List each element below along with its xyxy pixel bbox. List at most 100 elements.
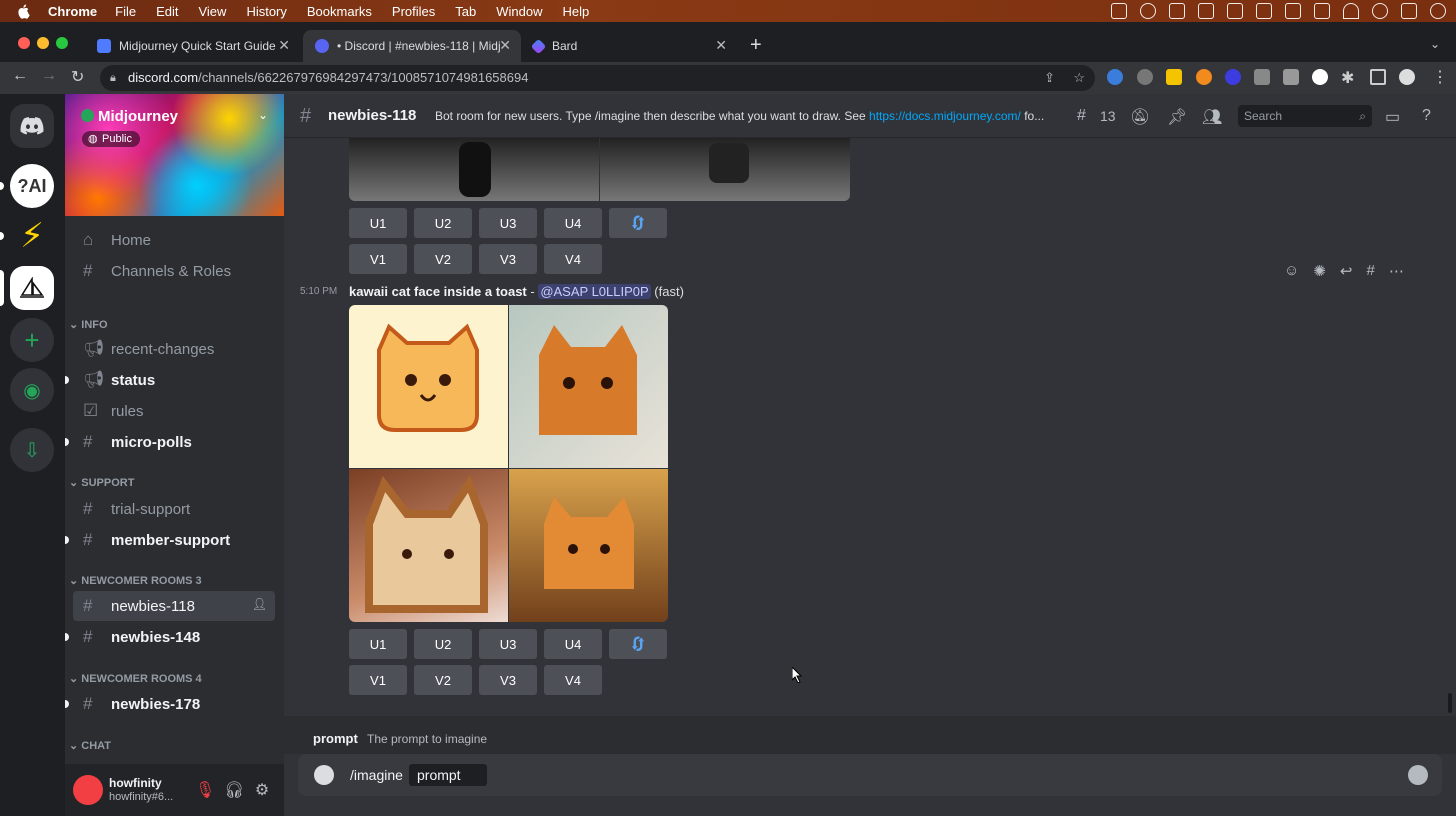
message-scrollbar[interactable] [1448,693,1452,713]
orange-extension-icon[interactable] [1196,69,1212,85]
add-server-icon[interactable]: + [10,318,54,362]
cursor-app-icon[interactable] [1169,3,1185,19]
topic-link[interactable]: https://docs.midjourney.com/ [869,109,1021,123]
menu-view[interactable]: View [198,4,226,19]
server-midjourney-icon[interactable] [10,266,54,310]
tab-midjourney-guide[interactable]: Midjourney Quick Start Guide ✕ [85,30,300,62]
pin-icon[interactable]: 📌︎ [1167,107,1187,127]
menu-file[interactable]: File [115,4,136,19]
variation-3-button[interactable]: V3 [479,244,537,274]
tab-search-chevron-icon[interactable]: ⌄ [1430,37,1440,51]
grey-extension-icon[interactable] [1254,69,1270,85]
menu-history[interactable]: History [246,4,286,19]
sidebar-item-channels-roles[interactable]: # Channels & Roles [73,256,275,286]
dropbox-icon[interactable] [1198,3,1214,19]
channel-rules[interactable]: ☑ rules [73,396,275,426]
menu-bookmarks[interactable]: Bookmarks [307,4,372,19]
variation-1-button[interactable]: V1 [349,665,407,695]
window-close-button[interactable] [18,37,30,49]
server-name[interactable]: Midjourney [98,108,178,125]
image-extension-icon[interactable] [1283,69,1299,85]
tab-bard[interactable]: Bard ✕ [521,30,737,62]
category-newcomer-rooms-3[interactable]: ⌄ NEWCOMER ROOMS 3 [69,574,202,587]
channel-member-support[interactable]: # member-support [65,525,275,555]
user-mention[interactable]: @ASAP L0LLIP0P [538,284,651,299]
category-chat[interactable]: ⌄ CHAT [69,739,111,752]
k-extension-icon[interactable] [1137,69,1153,85]
variation-2-button[interactable]: V2 [414,244,472,274]
notifications-icon[interactable] [1227,3,1243,19]
member-list-icon[interactable]: 👥︎ [1202,107,1222,127]
chrome-menu-icon[interactable]: ⋮ [1432,67,1448,87]
download-apps-icon[interactable]: ⇩ [10,428,54,472]
username[interactable]: howfinity [109,776,162,790]
generated-image-grid[interactable] [349,305,668,622]
reroll-icon[interactable]: 🔄︎ [609,208,667,238]
back-icon[interactable]: ← [12,67,28,85]
user-avatar[interactable] [73,775,103,805]
upscale-3-button[interactable]: U3 [479,208,537,238]
channel-status[interactable]: 📢︎ status [65,365,275,395]
prompt-input[interactable]: prompt [409,764,487,786]
threads-count[interactable]: 13 [1100,108,1116,124]
image-toast-cat-photo-2[interactable] [349,469,508,622]
variation-1-button[interactable]: V1 [349,244,407,274]
variation-3-button[interactable]: V3 [479,665,537,695]
tab-close-icon[interactable]: ✕ [278,37,290,54]
category-info[interactable]: ⌄ INFO [69,318,108,331]
variation-4-button[interactable]: V4 [544,665,602,695]
wifi-icon[interactable] [1343,3,1359,19]
image-cartoon-cat-toast[interactable] [349,305,508,468]
channel-newbies-118[interactable]: # newbies-118 👤︎ [73,591,275,621]
new-tab-button[interactable]: + [750,34,762,57]
discord-home-icon[interactable] [10,104,54,148]
upscale-4-button[interactable]: U4 [544,208,602,238]
bookmark-star-icon[interactable]: ☆ [1073,65,1085,91]
headphones-icon[interactable]: 🎧︎ [224,780,244,799]
mute-microphone-icon[interactable]: 🎙︎ [195,780,215,799]
tab-close-icon[interactable]: ✕ [499,37,511,54]
menu-window[interactable]: Window [496,4,542,19]
help-icon[interactable]: ? [1422,107,1431,125]
variation-2-button[interactable]: V2 [414,665,472,695]
siri-icon[interactable] [1430,3,1446,19]
settings-gear-icon[interactable]: ⚙ [253,780,271,799]
reload-icon[interactable]: ↻ [71,67,84,87]
apple-icon[interactable] [16,3,32,19]
search-input[interactable]: Search ⌕ [1238,105,1372,127]
emoji-picker-icon[interactable] [1408,765,1428,785]
lock-icon[interactable]: 🔒︎ [110,65,116,91]
image-toast-cat-photo-1[interactable] [509,305,668,468]
arrow-extension-icon[interactable] [1166,69,1182,85]
add-reaction-icon[interactable]: ☺ [1284,262,1299,280]
explore-compass-icon[interactable]: ◉ [10,368,54,412]
upscale-1-button[interactable]: U1 [349,208,407,238]
share-icon[interactable]: ⇪ [1044,65,1055,91]
category-support[interactable]: ⌄ SUPPORT [69,476,134,489]
tab-close-icon[interactable]: ✕ [715,37,727,54]
battery-icon[interactable] [1314,3,1330,19]
channel-micro-polls[interactable]: # micro-polls [65,427,275,457]
inbox-icon[interactable]: ▭ [1385,107,1400,127]
screen-mirror-icon[interactable] [1285,3,1301,19]
profile-avatar[interactable] [1399,69,1415,85]
upscale-1-button[interactable]: U1 [349,629,407,659]
image-toast-cat-photo-3[interactable] [509,469,668,622]
address-bar[interactable]: 🔒︎ discord.com/channels/6622679769842974… [100,65,1095,91]
menu-help[interactable]: Help [563,4,590,19]
server-banner[interactable]: Midjourney ⌄ ◍ Public [65,94,284,216]
add-super-reaction-icon[interactable]: ✺ [1313,262,1326,280]
channel-trial-support[interactable]: # trial-support [73,494,275,524]
channel-newbies-178[interactable]: # newbies-178 [65,689,275,719]
category-newcomer-rooms-4[interactable]: ⌄ NEWCOMER ROOMS 4 [69,672,202,685]
menu-app-name[interactable]: Chrome [48,4,97,19]
reply-icon[interactable]: ↩ [1340,262,1353,280]
message-composer[interactable]: /imagine prompt [298,754,1442,796]
menu-edit[interactable]: Edit [156,4,178,19]
notification-muted-icon[interactable]: 🔕︎ [1130,107,1150,127]
channel-recent-changes[interactable]: 📢︎ recent-changes [73,334,275,364]
side-panel-icon[interactable] [1370,69,1386,85]
status-app-icon[interactable] [1111,3,1127,19]
tab-discord[interactable]: • Discord | #newbies-118 | Midj ✕ [303,30,521,62]
window-minimize-button[interactable] [37,37,49,49]
